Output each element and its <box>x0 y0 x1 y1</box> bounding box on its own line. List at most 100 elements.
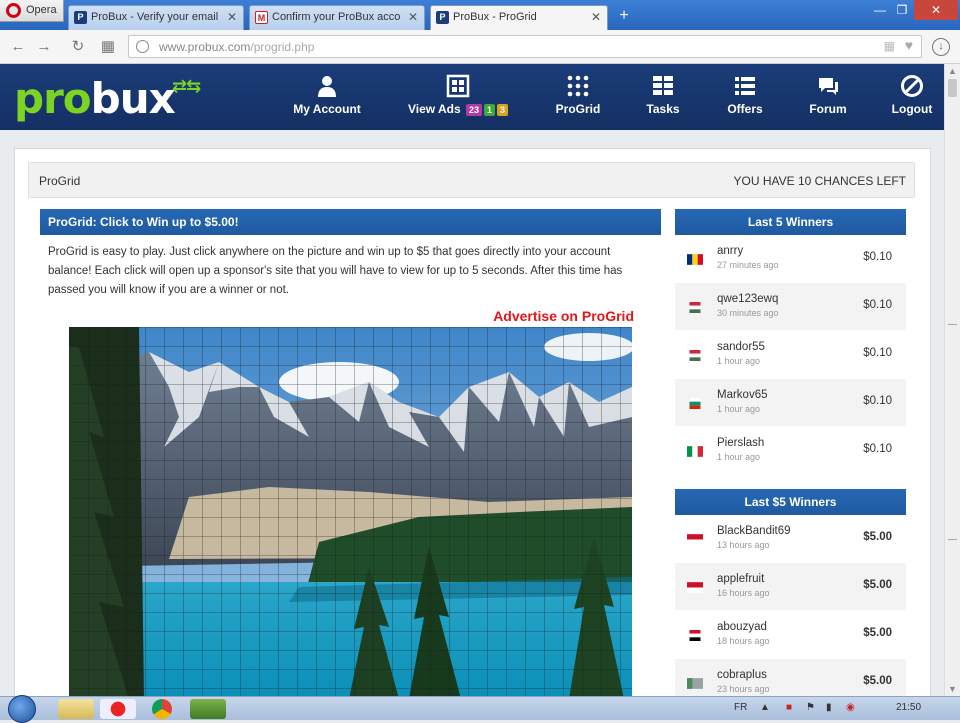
tab-close-icon[interactable]: ✕ <box>408 10 418 24</box>
tab-label: ProBux - ProGrid <box>453 11 537 23</box>
advertise-link[interactable]: Advertise on ProGrid <box>493 308 634 324</box>
opera-menu-button[interactable]: Opera <box>0 0 64 22</box>
progrid-picture[interactable] <box>69 327 632 699</box>
scroll-thumb[interactable] <box>948 79 957 97</box>
last-5-winners-panel: Last 5 Winners anrry 27 minutes ago $0.1… <box>675 209 906 475</box>
nav-offers[interactable]: Offers <box>722 74 768 116</box>
explorer-taskbar-icon[interactable] <box>58 699 94 719</box>
flag-egypt-icon <box>689 630 701 641</box>
tasks-icon <box>653 76 673 95</box>
flag-indonesia-icon <box>687 582 703 593</box>
nav-my-account[interactable]: My Account <box>292 74 362 116</box>
nav-logout[interactable]: Logout <box>888 74 936 116</box>
site-header: probux ⇄⇆ My Account View Ads 23 1 3 ProGr… <box>0 64 944 130</box>
flag-hungary-icon <box>689 302 701 313</box>
nav-forum[interactable]: Forum <box>804 74 852 116</box>
flag-romania-icon <box>687 254 703 265</box>
flag-generic-icon <box>687 678 703 689</box>
ads-count-badge: 23 <box>465 104 482 116</box>
flag-indonesia-icon <box>687 534 703 545</box>
breadcrumb: ProGrid <box>39 174 81 188</box>
windows-start-icon[interactable] <box>8 695 36 723</box>
ads-count-badge: 3 <box>497 104 509 116</box>
winner-row: BlackBandit69 13 hours ago $5.00 <box>675 515 906 563</box>
last-5-dollar-winners-title: Last $5 Winners <box>675 489 906 515</box>
probux-logo[interactable]: probux ⇄⇆ <box>14 74 201 123</box>
tab-verify-email[interactable]: P ProBux - Verify your email ✕ <box>68 5 244 30</box>
scroll-marker <box>948 324 957 325</box>
back-arrow-icon[interactable]: ← <box>8 37 28 57</box>
progrid-intro: ProGrid is easy to play. Just click anyw… <box>48 246 623 296</box>
progrid-panel: ProGrid: Click to Win up to $5.00! ProGr… <box>40 209 661 709</box>
user-icon <box>318 76 336 97</box>
taskbar-clock[interactable]: 21:50 <box>896 702 921 713</box>
nav-view-ads[interactable]: View Ads 23 1 3 <box>404 74 512 116</box>
url-field[interactable]: www.probux.com/progrid.php ▦ ♥ <box>128 35 922 58</box>
probux-favicon-icon: P <box>436 11 449 24</box>
logo-text-bux: bux <box>90 74 176 123</box>
app-taskbar-icon[interactable] <box>190 699 226 719</box>
scroll-marker <box>948 539 957 540</box>
windows-taskbar: FR ▲ ■ ⚑ ▮ ◉ 21:50 <box>0 695 960 723</box>
opera-menu-label: Opera <box>26 4 57 16</box>
logout-icon <box>901 75 923 97</box>
globe-icon <box>136 40 149 53</box>
stash-icon[interactable]: ▦ <box>884 39 895 53</box>
landscape-image <box>69 327 632 699</box>
last-5-winners-title: Last 5 Winners <box>675 209 906 235</box>
gmail-favicon-icon: M <box>255 11 268 24</box>
language-indicator[interactable]: FR <box>734 702 747 713</box>
flag-hungary-icon <box>689 350 701 361</box>
breadcrumb-bar: ProGrid YOU HAVE 10 CHANCES LEFT <box>28 162 915 198</box>
progrid-title: ProGrid: Click to Win up to $5.00! <box>40 209 661 235</box>
tab-close-icon[interactable]: ✕ <box>227 10 237 24</box>
new-tab-button[interactable]: + <box>614 6 634 26</box>
logo-arrows-icon: ⇄⇆ <box>172 76 201 97</box>
reload-icon[interactable]: ↻ <box>68 37 88 57</box>
tab-close-icon[interactable]: ✕ <box>591 10 601 24</box>
opera-logo-icon <box>6 3 21 18</box>
tray-arrow-icon[interactable]: ▲ <box>760 702 770 713</box>
winner-row: anrry 27 minutes ago $0.10 <box>675 235 906 283</box>
ads-icon <box>446 74 470 98</box>
address-toolbar: ← → ↻ ▦ www.probux.com/progrid.php ▦ ♥ ↓ <box>0 30 960 64</box>
flag-italy-icon <box>687 446 703 457</box>
tray-flag-icon[interactable]: ⚑ <box>806 702 815 713</box>
probux-favicon-icon: P <box>74 11 87 24</box>
chances-left-text: YOU HAVE 10 CHANCES LEFT <box>733 174 907 188</box>
ads-count-badge: 1 <box>484 104 496 116</box>
nav-tasks[interactable]: Tasks <box>640 74 686 116</box>
tray-volume-icon[interactable]: ◉ <box>846 702 855 713</box>
tab-confirm-account[interactable]: M Confirm your ProBux acco ✕ <box>249 5 425 30</box>
restore-button[interactable]: ❐ <box>888 0 916 20</box>
download-icon[interactable]: ↓ <box>932 38 950 56</box>
winner-row: applefruit 16 hours ago $5.00 <box>675 563 906 611</box>
grid-icon <box>567 75 589 97</box>
winner-row: abouzyad 18 hours ago $5.00 <box>675 611 906 659</box>
opera-taskbar-icon[interactable] <box>100 699 136 719</box>
page-container: ProGrid YOU HAVE 10 CHANCES LEFT ProGrid… <box>14 148 931 707</box>
winner-row: qwe123ewq 30 minutes ago $0.10 <box>675 283 906 331</box>
tab-label: ProBux - Verify your email <box>91 11 219 23</box>
winner-row: Pierslash 1 hour ago $0.10 <box>675 427 906 475</box>
scroll-up-icon[interactable]: ▲ <box>948 66 957 76</box>
close-window-button[interactable]: ✕ <box>914 0 958 20</box>
scroll-down-icon[interactable]: ▼ <box>948 684 957 694</box>
tray-security-icon[interactable]: ■ <box>786 702 792 713</box>
browser-tab-bar: Opera P ProBux - Verify your email ✕ M C… <box>0 0 960 30</box>
winner-row: sandor55 1 hour ago $0.10 <box>675 331 906 379</box>
flag-bulgaria-icon <box>689 398 701 409</box>
heart-icon[interactable]: ♥ <box>905 37 913 53</box>
winner-row: Markov65 1 hour ago $0.10 <box>675 379 906 427</box>
speed-dial-icon[interactable]: ▦ <box>98 37 118 57</box>
offers-icon <box>735 77 755 95</box>
page-scrollbar[interactable]: ▲ ▼ <box>944 64 960 696</box>
last-5-dollar-winners-panel: Last $5 Winners BlackBandit69 13 hours a… <box>675 489 906 707</box>
tray-network-icon[interactable]: ▮ <box>826 702 832 713</box>
chrome-taskbar-icon[interactable] <box>152 699 172 719</box>
url-path: /progrid.php <box>250 40 315 54</box>
forward-arrow-icon[interactable]: → <box>34 37 54 57</box>
nav-progrid[interactable]: ProGrid <box>552 74 604 116</box>
forum-icon <box>819 78 838 95</box>
tab-progrid[interactable]: P ProBux - ProGrid ✕ <box>430 5 608 30</box>
